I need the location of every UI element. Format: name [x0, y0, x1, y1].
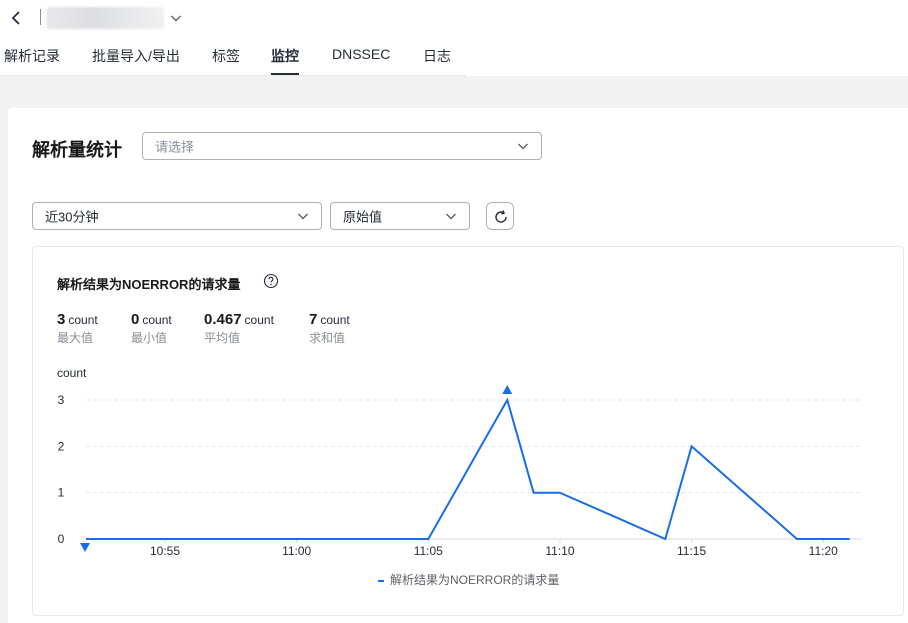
legend-swatch — [378, 579, 384, 582]
tab-monitoring[interactable]: 监控 — [271, 46, 299, 76]
time-range-select[interactable]: 近30分钟 — [32, 202, 322, 230]
stat-min-label: 最小值 — [131, 331, 168, 345]
legend-label: 解析结果为NOERROR的请求量 — [390, 573, 560, 587]
stat-max-value: 3 — [57, 311, 66, 328]
stat-sum-label: 求和值 — [309, 331, 346, 345]
stat-max: 3 count 最大值 — [57, 311, 98, 346]
stat-sum-value: 7 — [309, 311, 318, 328]
legend-item[interactable]: 解析结果为NOERROR的请求量 — [378, 571, 559, 588]
stat-avg-label: 平均值 — [204, 331, 241, 345]
refresh-icon — [495, 210, 507, 223]
value-type-select[interactable]: 原始值 — [330, 202, 470, 230]
stat-min-value: 0 — [131, 311, 140, 328]
back-arrow-icon[interactable] — [8, 9, 26, 27]
stat-max-label: 最大值 — [57, 331, 94, 345]
tab-logs[interactable]: 日志 — [423, 46, 451, 76]
time-range-value: 近30分钟 — [45, 209, 99, 225]
chevron-down-icon — [298, 213, 308, 220]
metric-select[interactable]: 请选择 — [142, 132, 542, 160]
tab-tags[interactable]: 标签 — [212, 46, 240, 76]
chevron-down-icon — [446, 213, 456, 220]
y-axis-label: count — [57, 366, 87, 380]
stat-avg-unit: count — [244, 313, 274, 327]
tab-batch-import-export[interactable]: 批量导入/导出 — [92, 46, 180, 76]
stat-avg-value: 0.467 — [204, 311, 242, 328]
stat-min: 0 count 最小值 — [131, 311, 172, 346]
tab-dnssec[interactable]: DNSSEC — [332, 46, 390, 76]
value-type-value: 原始值 — [343, 209, 383, 225]
stat-max-unit: count — [68, 313, 98, 327]
chart-title: 解析结果为NOERROR的请求量 — [57, 277, 241, 292]
divider — [40, 9, 41, 25]
section-title: 解析量统计 — [32, 140, 122, 160]
stat-sum-unit: count — [320, 313, 350, 327]
chart-panel — [32, 246, 904, 616]
stat-sum: 7 count 求和值 — [309, 311, 350, 346]
help-icon[interactable] — [263, 273, 279, 289]
refresh-button[interactable] — [486, 202, 514, 230]
chevron-down-icon — [518, 143, 528, 150]
tab-dns-records[interactable]: 解析记录 — [4, 46, 60, 76]
chevron-down-icon[interactable] — [170, 12, 182, 24]
stat-avg: 0.467 count 平均值 — [204, 311, 274, 346]
domain-name-redacted — [46, 7, 164, 29]
stat-min-unit: count — [142, 313, 172, 327]
metric-select-placeholder: 请选择 — [155, 139, 195, 155]
